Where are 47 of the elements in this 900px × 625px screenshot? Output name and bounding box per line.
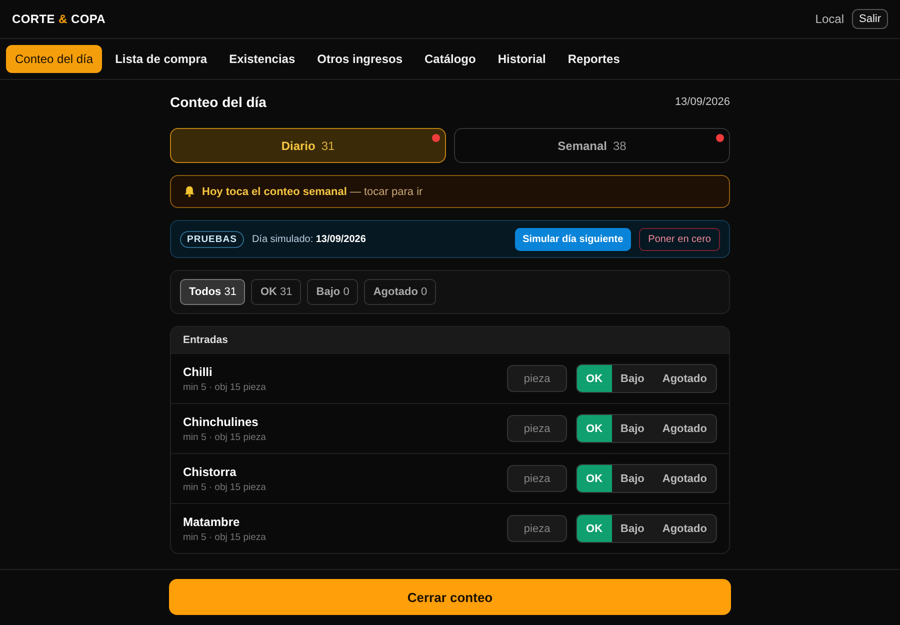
status-option[interactable]: Agotado bbox=[653, 515, 716, 542]
close-count-button[interactable]: Cerrar conteo bbox=[169, 579, 731, 615]
quantity-field[interactable]: pieza bbox=[507, 415, 568, 442]
item-name: Chistorra bbox=[183, 464, 238, 478]
item-name: Chinchulines bbox=[183, 414, 260, 428]
nav-tab[interactable]: Reportes bbox=[558, 45, 629, 73]
item-detail: min 5 · obj 15 pieza bbox=[183, 432, 267, 442]
item-detail: min 5 · obj 15 pieza bbox=[183, 482, 267, 492]
nav-tab[interactable]: Existencias bbox=[220, 45, 304, 73]
status-option[interactable]: Bajo bbox=[612, 415, 654, 442]
item-name: Chilli bbox=[183, 364, 214, 378]
nav-tab[interactable]: Lista de compra bbox=[106, 45, 216, 73]
section-header: Entradas bbox=[171, 327, 729, 353]
count-tab[interactable]: Diario 31 bbox=[170, 128, 446, 163]
location-label: Local bbox=[815, 12, 844, 26]
status-option[interactable]: Agotado bbox=[653, 415, 716, 442]
reset-button[interactable]: Poner en cero bbox=[639, 228, 720, 250]
reminder-banner[interactable]: Hoy toca el conteo semanal — tocar para ir bbox=[170, 175, 730, 208]
status-option[interactable]: Agotado bbox=[653, 365, 716, 392]
filter-chip[interactable]: Bajo 0 bbox=[307, 279, 358, 305]
status-option[interactable]: Bajo bbox=[612, 515, 654, 542]
logout-button[interactable]: Salir bbox=[852, 9, 888, 29]
bell-icon bbox=[183, 185, 196, 198]
item-detail: min 5 · obj 15 pieza bbox=[183, 532, 267, 542]
status-option[interactable]: Agotado bbox=[653, 465, 716, 492]
page-title: Conteo del día bbox=[170, 94, 266, 110]
nav-tab[interactable]: Otros ingresos bbox=[308, 45, 412, 73]
item-detail: min 5 · obj 15 pieza bbox=[183, 382, 267, 392]
item-name: Matambre bbox=[183, 514, 241, 528]
test-badge: PRUEBAS bbox=[180, 230, 244, 248]
simulate-next-day-button[interactable]: Simular día siguiente bbox=[514, 228, 632, 250]
status-option[interactable]: Bajo bbox=[612, 465, 654, 492]
nav-tab[interactable]: Conteo del día bbox=[6, 45, 102, 73]
nav-tab[interactable]: Historial bbox=[488, 45, 555, 73]
filter-chip[interactable]: Agotado 0 bbox=[364, 279, 436, 305]
simulated-date-text: Día simulado: 13/09/2026 bbox=[252, 234, 366, 244]
reminder-text: Hoy toca el conteo semanal — tocar para ir bbox=[202, 186, 423, 198]
logo: CORTE & COPA bbox=[12, 12, 106, 26]
quantity-field[interactable]: pieza bbox=[507, 465, 568, 492]
date-label: 13/09/2026 bbox=[674, 96, 730, 108]
nav-tab[interactable]: Catálogo bbox=[416, 45, 485, 73]
status-option[interactable]: Bajo bbox=[612, 365, 654, 392]
count-tab[interactable]: Semanal 38 bbox=[454, 128, 730, 163]
quantity-field[interactable]: pieza bbox=[507, 365, 568, 392]
filter-chip[interactable]: OK 31 bbox=[251, 279, 302, 305]
quantity-field[interactable]: pieza bbox=[507, 515, 568, 542]
filter-chip[interactable]: Todos 31 bbox=[180, 279, 246, 305]
